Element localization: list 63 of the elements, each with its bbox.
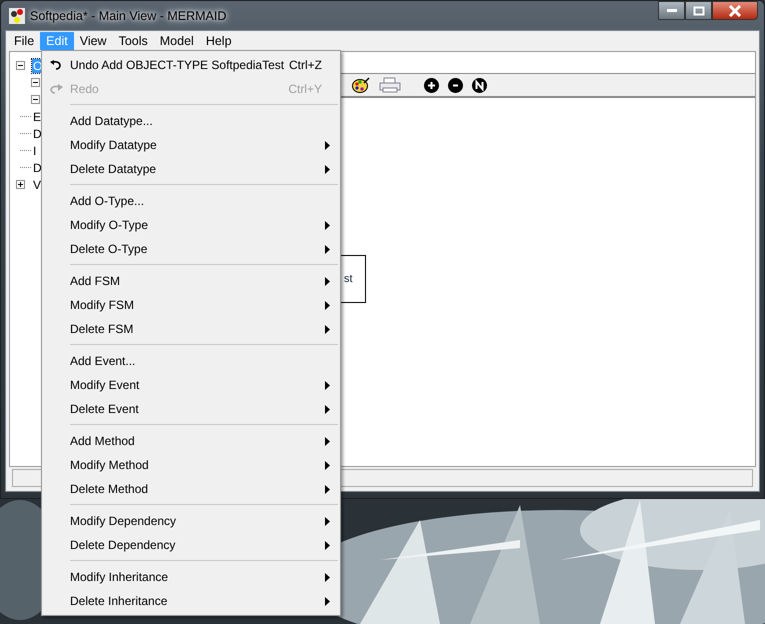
menu-item[interactable]: Delete Method [42, 477, 340, 501]
tree-item[interactable]: D [32, 160, 43, 174]
maximize-button[interactable] [685, 1, 712, 20]
submenu-arrow-icon [325, 220, 330, 230]
menu-item[interactable]: Tools [112, 32, 154, 50]
window-title: Softpedia* - Main View - MERMAID [30, 8, 226, 22]
normal-size-icon[interactable] [472, 78, 487, 92]
menu-item[interactable]: Modify Method [42, 453, 340, 477]
menu-item[interactable]: Add O-Type... [42, 189, 340, 213]
tree-item[interactable]: V [32, 178, 42, 192]
menu-item[interactable]: Undo Add OBJECT-TYPE SoftpediaTest Ctrl+Z [42, 53, 340, 77]
menu-item[interactable]: Modify O-Type [42, 213, 340, 237]
submenu-arrow-icon [325, 460, 330, 470]
submenu-arrow-icon [325, 244, 330, 254]
menu-item[interactable]: Modify Inheritance [42, 565, 340, 589]
zoom-out-icon[interactable] [448, 78, 463, 92]
submenu-arrow-icon [325, 276, 330, 286]
menu-item[interactable]: Delete FSM [42, 317, 340, 341]
menu-item[interactable]: View [74, 32, 113, 50]
collapse-icon[interactable] [31, 95, 40, 104]
collapse-icon[interactable] [31, 78, 40, 87]
tree-item[interactable]: I [32, 144, 38, 158]
undo-icon [50, 60, 62, 70]
node-label: st [344, 273, 353, 285]
submenu-arrow-icon [325, 140, 330, 150]
menu-item[interactable]: File [8, 32, 40, 50]
menu-item[interactable]: Delete Datatype [42, 157, 340, 181]
submenu-arrow-icon [325, 596, 330, 606]
submenu-arrow-icon [325, 540, 330, 550]
submenu-arrow-icon [325, 404, 330, 414]
expand-icon[interactable] [16, 180, 25, 189]
zoom-in-icon[interactable] [424, 78, 439, 92]
submenu-arrow-icon [325, 300, 330, 310]
submenu-arrow-icon [325, 380, 330, 390]
close-button[interactable] [712, 1, 758, 20]
menu-item[interactable]: Add Datatype... [42, 109, 340, 133]
menu-item[interactable]: Modify Event [42, 373, 340, 397]
menu-item[interactable]: Modify Dependency [42, 509, 340, 533]
menu-item[interactable]: Add Event... [42, 349, 340, 373]
app-icon [9, 8, 25, 24]
submenu-arrow-icon [325, 484, 330, 494]
minimize-button[interactable] [658, 1, 685, 20]
redo-icon [49, 84, 63, 94]
maximize-icon [692, 6, 704, 16]
menu-item[interactable]: Model [154, 32, 200, 50]
tree-item[interactable]: D [32, 126, 43, 140]
close-icon [728, 4, 742, 16]
submenu-arrow-icon [325, 164, 330, 174]
menu-item[interactable]: Delete Dependency [42, 533, 340, 557]
printer-icon[interactable] [379, 77, 401, 93]
submenu-arrow-icon [325, 436, 330, 446]
menu-item[interactable]: Modify Datatype [42, 133, 340, 157]
collapse-icon[interactable] [16, 61, 25, 70]
minimize-icon [666, 9, 676, 12]
submenu-arrow-icon [325, 516, 330, 526]
tree-item[interactable]: E [32, 110, 42, 124]
submenu-arrow-icon [325, 324, 330, 334]
menu-item[interactable]: Add Method [42, 429, 340, 453]
submenu-arrow-icon [325, 572, 330, 582]
menu-item[interactable]: Delete Event [42, 397, 340, 421]
menu-item[interactable]: Delete Inheritance [42, 589, 340, 613]
palette-icon[interactable] [352, 76, 370, 94]
menu-item[interactable]: Help [200, 32, 238, 50]
